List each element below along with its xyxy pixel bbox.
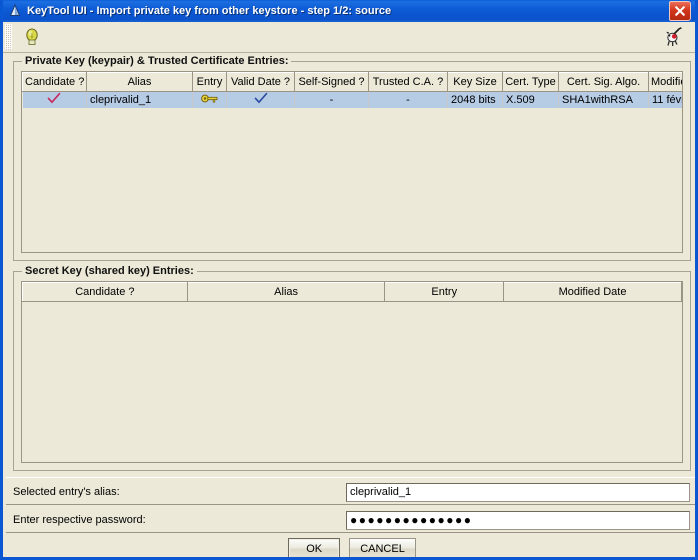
keytool-app-icon — [7, 3, 23, 19]
blue-check-icon — [253, 92, 269, 106]
cell-valid-date[interactable] — [226, 91, 295, 108]
cell-cert-sig-algo[interactable]: SHA1withRSA — [558, 91, 649, 108]
col-trusted-ca[interactable]: Trusted C.A. ? — [368, 72, 448, 92]
ok-button[interactable]: OK — [288, 538, 341, 557]
secret-key-table[interactable]: Candidate ? Alias Entry Modified Date — [22, 282, 682, 302]
dog-mascot-icon[interactable] — [661, 24, 687, 50]
toolbar-drag-handle[interactable] — [5, 24, 12, 50]
password-field[interactable]: ●●●●●●●●●●●●●● — [346, 510, 690, 530]
form-separator-top — [6, 477, 695, 478]
private-key-table[interactable]: Candidate ? Alias Entry Valid Date ? Sel… — [22, 72, 682, 108]
table-row[interactable]: cleprivalid_1 - - 2048 bits X.509 SHA1wi… — [22, 91, 682, 108]
button-bar: OK CANCEL — [6, 538, 695, 557]
cell-cert-type[interactable]: X.509 — [502, 91, 559, 108]
cell-key-size[interactable]: 2048 bits — [447, 91, 503, 108]
secret-col-entry[interactable]: Entry — [384, 282, 505, 302]
secret-key-group: Secret Key (shared key) Entries: Candida… — [13, 265, 691, 471]
secret-key-header-row: Candidate ? Alias Entry Modified Date — [22, 282, 682, 302]
secret-key-table-scrollpane[interactable]: Candidate ? Alias Entry Modified Date — [21, 281, 683, 463]
col-cert-type[interactable]: Cert. Type — [502, 72, 559, 92]
red-check-icon — [46, 92, 62, 106]
form-separator-mid — [6, 504, 695, 505]
private-key-table-scrollpane[interactable]: Candidate ? Alias Entry Valid Date ? Sel… — [21, 71, 683, 253]
cell-entry[interactable] — [192, 91, 227, 108]
cell-modified-date[interactable]: 11 févr. 2014 — [648, 91, 682, 108]
cell-alias[interactable]: cleprivalid_1 — [86, 91, 193, 108]
alias-field[interactable]: cleprivalid_1 — [346, 482, 690, 502]
close-button[interactable] — [669, 1, 691, 21]
alias-row: Selected entry's alias: cleprivalid_1 — [6, 481, 695, 503]
secret-key-group-title: Secret Key (shared key) Entries: — [22, 265, 197, 277]
col-key-size[interactable]: Key Size — [447, 72, 503, 92]
content-area: Private Key (keypair) & Trusted Certific… — [6, 53, 695, 557]
private-key-header-row: Candidate ? Alias Entry Valid Date ? Sel… — [22, 72, 682, 92]
secret-col-candidate[interactable]: Candidate ? — [22, 282, 188, 302]
alias-label: Selected entry's alias: — [13, 486, 120, 498]
cancel-button[interactable]: CANCEL — [349, 538, 416, 557]
col-alias[interactable]: Alias — [86, 72, 193, 92]
col-candidate[interactable]: Candidate ? — [22, 72, 87, 92]
private-key-group-title: Private Key (keypair) & Trusted Certific… — [22, 55, 292, 67]
lightbulb-icon[interactable]: i — [19, 24, 45, 50]
col-valid-date[interactable]: Valid Date ? — [226, 72, 295, 92]
col-self-signed[interactable]: Self-Signed ? — [294, 72, 369, 92]
key-icon — [200, 94, 219, 106]
toolbar: i — [3, 22, 695, 53]
cell-candidate[interactable] — [22, 91, 87, 108]
secret-col-alias[interactable]: Alias — [186, 282, 386, 302]
svg-text:i: i — [31, 32, 33, 40]
password-row: Enter respective password: ●●●●●●●●●●●●●… — [6, 509, 695, 531]
title-bar: KeyTool IUI - Import private key from ot… — [3, 0, 695, 22]
cell-trusted-ca[interactable]: - — [368, 91, 448, 108]
private-key-group: Private Key (keypair) & Trusted Certific… — [13, 55, 691, 261]
window-title: KeyTool IUI - Import private key from ot… — [27, 5, 392, 17]
col-cert-sig-algo[interactable]: Cert. Sig. Algo. — [558, 72, 649, 92]
col-entry[interactable]: Entry — [192, 72, 227, 92]
cell-self-signed[interactable]: - — [294, 91, 369, 108]
secret-col-modified-date[interactable]: Modified Date — [503, 282, 682, 302]
application-window: KeyTool IUI - Import private key from ot… — [0, 0, 698, 560]
password-label: Enter respective password: — [13, 514, 146, 526]
col-modified-date[interactable]: Modified Date — [648, 72, 682, 92]
button-separator — [6, 532, 695, 533]
